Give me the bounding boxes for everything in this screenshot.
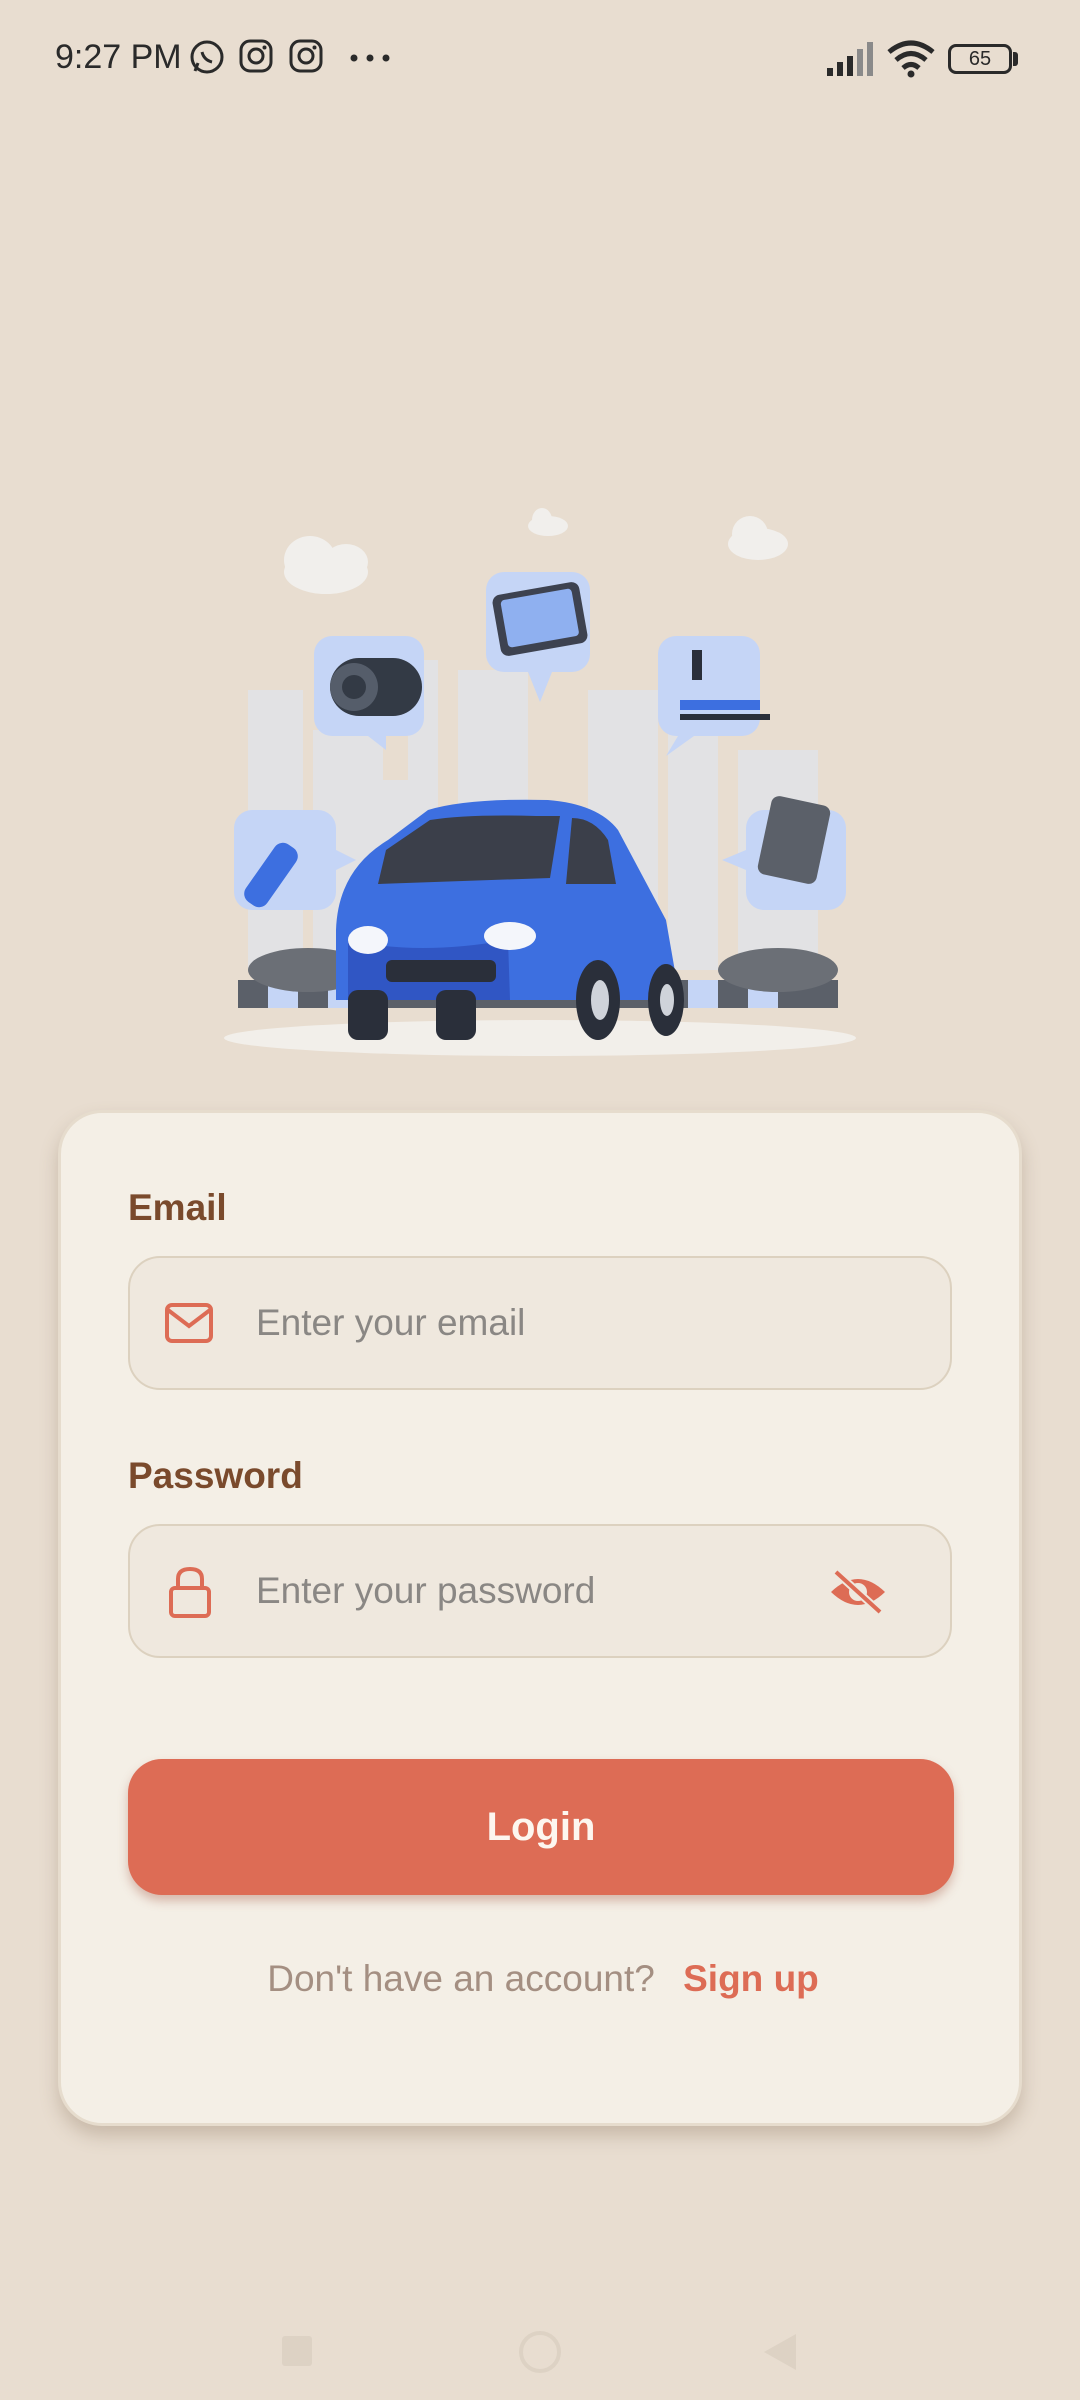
- status-bar: 9:27 PM 65: [0, 0, 1080, 120]
- status-time: 9:27 PM: [55, 38, 182, 76]
- car-service-illustration: [224, 508, 856, 1056]
- email-input[interactable]: [256, 1258, 816, 1388]
- email-field[interactable]: [128, 1256, 952, 1390]
- battery-tip: [1013, 52, 1018, 66]
- eye-off-icon[interactable]: [828, 1568, 888, 1616]
- more-dots-icon: [350, 54, 390, 62]
- signup-prompt: Don't have an account?: [267, 1958, 655, 1999]
- instagram-icon: [289, 39, 323, 73]
- speaker-bubble: [314, 636, 424, 750]
- battery-icon: 65: [948, 44, 1012, 74]
- battery-level: 65: [968, 48, 992, 70]
- square-nav-icon[interactable]: [280, 2334, 314, 2368]
- password-label: Password: [128, 1455, 303, 1496]
- password-field[interactable]: [128, 1524, 952, 1658]
- mail-icon: [165, 1303, 213, 1343]
- login-button[interactable]: Login: [128, 1759, 954, 1895]
- login-card: Email Password Login Don't have an accou…: [58, 1110, 1022, 2126]
- signal-icon: [827, 42, 873, 76]
- navigation-bar: [0, 2300, 1080, 2400]
- wifi-icon: [887, 40, 935, 78]
- instagram-icon: [239, 39, 273, 73]
- circle-nav-icon[interactable]: [518, 2330, 562, 2374]
- email-label: Email: [128, 1187, 227, 1228]
- signup-row: Don't have an account? Sign up: [61, 1958, 1025, 2000]
- whatsapp-icon: [190, 40, 224, 74]
- back-triangle-icon[interactable]: [762, 2332, 798, 2372]
- password-input[interactable]: [256, 1526, 816, 1656]
- signup-link[interactable]: Sign up: [683, 1958, 819, 1999]
- lock-icon: [169, 1566, 211, 1618]
